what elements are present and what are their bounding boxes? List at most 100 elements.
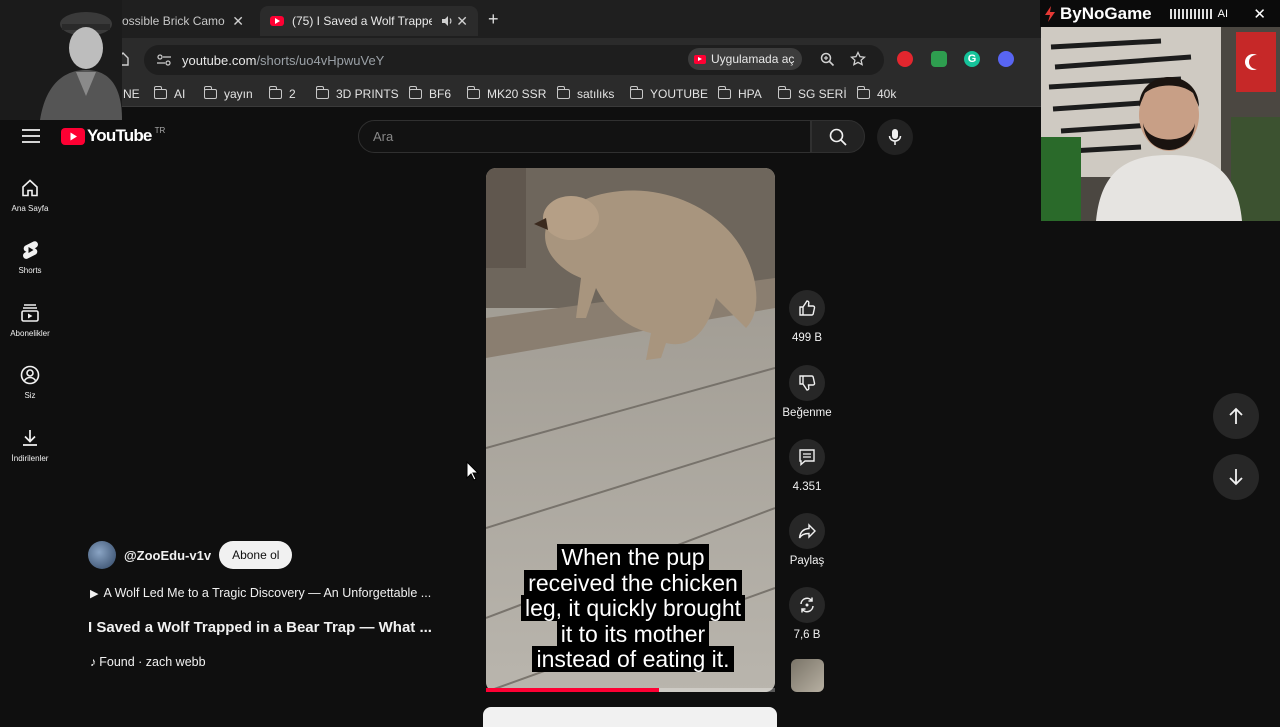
- extension-green-icon[interactable]: [931, 51, 947, 67]
- nav-home[interactable]: Ana Sayfa: [0, 178, 60, 213]
- channel-name[interactable]: @ZooEdu-v1v: [124, 548, 211, 563]
- microphone-icon: [888, 129, 902, 145]
- share-icon: [798, 523, 816, 539]
- bookmark-folder[interactable]: SG SERİ: [777, 83, 847, 104]
- voice-search-button[interactable]: [877, 119, 913, 155]
- nav-downloads[interactable]: İndirilenler: [0, 428, 60, 463]
- bookmark-label: NE: [123, 86, 140, 101]
- scribble-mark: [1169, 8, 1214, 19]
- youtube-favicon-icon: [270, 16, 284, 26]
- bookmark-folder[interactable]: satılıks: [556, 83, 615, 104]
- url-host: youtube.com: [182, 52, 257, 68]
- bookmark-item[interactable]: NE: [123, 83, 140, 104]
- folder-icon: [203, 85, 217, 99]
- caption-line: received the chicken: [524, 569, 742, 596]
- bookmark-folder[interactable]: BF6: [408, 83, 451, 104]
- grammarly-icon[interactable]: G: [964, 51, 980, 67]
- nav-label: Ana Sayfa: [11, 204, 49, 213]
- playlist-title: A Wolf Led Me to a Tragic Discovery — An…: [103, 586, 432, 600]
- folder-icon: [777, 85, 791, 99]
- remix-button[interactable]: 7,6 B: [777, 587, 837, 641]
- like-count: 499 B: [791, 332, 823, 344]
- youtube-app-icon: [694, 54, 706, 64]
- profile-icon: [20, 365, 40, 385]
- extension-red-icon[interactable]: [897, 51, 913, 67]
- nav-shorts[interactable]: Shorts: [0, 240, 60, 275]
- bookmark-folder[interactable]: 40k: [856, 83, 897, 104]
- channel-row: @ZooEdu-v1v Abone ol: [88, 540, 293, 570]
- playlist-link[interactable]: ▶ A Wolf Led Me to a Tragic Discovery — A…: [90, 586, 431, 600]
- video-caption: When the pup received the chicken leg, i…: [508, 544, 758, 673]
- remix-icon: [800, 597, 814, 613]
- bookmark-folder[interactable]: AI: [153, 83, 186, 104]
- open-in-app-label: Uygulamada aç: [711, 52, 795, 66]
- browser-tab-active[interactable]: (75) I Saved a Wolf Trapped ✕: [260, 6, 478, 36]
- like-button[interactable]: 499 B: [777, 290, 837, 344]
- bookmark-folder[interactable]: YOUTUBE: [629, 83, 708, 104]
- portrait-image: [0, 0, 122, 120]
- next-short-button[interactable]: [1213, 454, 1259, 500]
- sound-thumbnail[interactable]: [791, 659, 824, 692]
- bookmark-label: MK20 SSR: [487, 86, 547, 101]
- play-icon: ▶: [90, 588, 99, 600]
- nav-label: Siz: [24, 391, 36, 400]
- shorts-icon: [23, 241, 38, 259]
- close-tab-icon[interactable]: ✕: [232, 13, 244, 30]
- brand-name: ByNoGame: [1060, 3, 1152, 23]
- bookmark-label: 3D PRINTS: [336, 86, 399, 101]
- open-in-app-button[interactable]: Uygulamada aç: [688, 48, 803, 70]
- next-short-preview[interactable]: [483, 707, 777, 727]
- portrait-photo-overlay: [0, 0, 122, 120]
- music-link[interactable]: ♪ Found · zach webb: [90, 655, 206, 669]
- nav-label: Abonelikler: [10, 329, 50, 338]
- caption-line: it to its mother: [556, 620, 710, 647]
- comment-count: 4.351: [792, 481, 822, 493]
- caption-line: leg, it quickly brought: [520, 595, 746, 621]
- remix-count: 7,6 B: [793, 629, 821, 641]
- bookmark-folder[interactable]: HPA: [717, 83, 762, 104]
- youtube-play-icon: [61, 127, 85, 145]
- webcam-image: [1041, 27, 1280, 221]
- previous-short-button[interactable]: [1213, 393, 1259, 439]
- bookmark-folder[interactable]: 3D PRINTS: [315, 83, 399, 104]
- download-icon: [23, 430, 37, 446]
- folder-icon: [717, 85, 731, 99]
- bookmark-label: AI: [174, 86, 186, 101]
- folder-icon: [153, 85, 167, 99]
- bookmark-label: satılıks: [577, 86, 615, 101]
- folder-icon: [268, 85, 282, 99]
- youtube-logo[interactable]: YouTube TR: [61, 126, 165, 146]
- new-tab-button[interactable]: +: [488, 9, 499, 30]
- close-overlay-icon[interactable]: ✕: [1253, 5, 1266, 23]
- menu-hamburger-icon[interactable]: [22, 129, 40, 143]
- site-settings-icon[interactable]: [156, 53, 172, 67]
- nav-you[interactable]: Siz: [0, 365, 60, 400]
- channel-avatar[interactable]: [88, 541, 116, 569]
- search-button[interactable]: [811, 120, 865, 153]
- youtube-logo-text: YouTube: [87, 126, 152, 145]
- sponsor-banner: ByNoGame AI ✕: [1040, 0, 1280, 27]
- search-input[interactable]: Ara: [358, 120, 811, 153]
- subscriptions-icon: [21, 304, 39, 322]
- nav-subscriptions[interactable]: Abonelikler: [0, 303, 60, 338]
- browser-tab[interactable]: ossible Brick Camo ✕: [112, 6, 254, 36]
- bookmark-label: 40k: [877, 86, 897, 101]
- short-title[interactable]: I Saved a Wolf Trapped in a Bear Trap — …: [88, 619, 432, 636]
- arrow-up-icon: [1229, 407, 1243, 424]
- close-tab-icon[interactable]: ✕: [456, 13, 468, 30]
- speaker-icon[interactable]: [440, 14, 454, 28]
- zoom-icon[interactable]: [820, 52, 835, 67]
- thumbs-up-icon: [799, 300, 816, 316]
- bookmark-star-icon[interactable]: [850, 51, 866, 67]
- dislike-button[interactable]: Beğenme: [777, 365, 837, 419]
- extension-blue-icon[interactable]: [998, 51, 1014, 67]
- bookmark-folder[interactable]: 2: [268, 83, 296, 104]
- bookmark-folder[interactable]: yayın: [203, 83, 253, 104]
- share-button[interactable]: Paylaş: [777, 513, 837, 567]
- bookmark-folder[interactable]: MK20 SSR: [466, 83, 547, 104]
- subscribe-button[interactable]: Abone ol: [219, 541, 293, 569]
- video-progress-bar[interactable]: [486, 688, 775, 692]
- mouse-cursor-icon: [466, 461, 480, 481]
- comments-button[interactable]: 4.351: [777, 439, 837, 493]
- folder-icon: [856, 85, 870, 99]
